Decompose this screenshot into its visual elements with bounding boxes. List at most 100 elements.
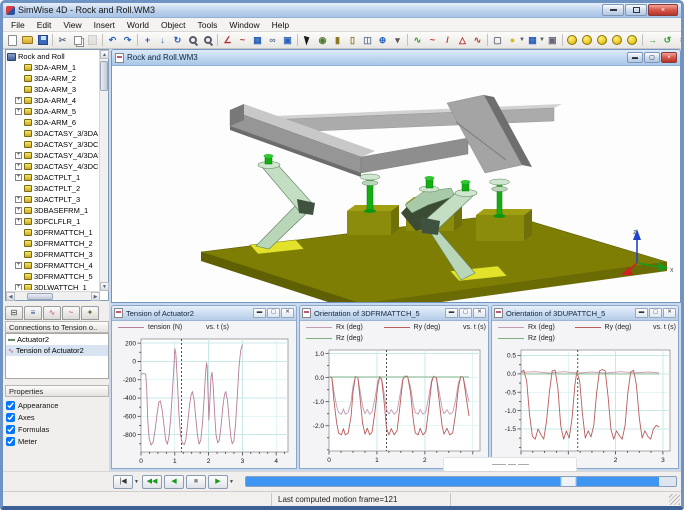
expand-icon[interactable]: + xyxy=(15,218,22,225)
menu-tools[interactable]: Tools xyxy=(192,19,224,31)
connections-header[interactable]: Connections to Tension o.. xyxy=(5,321,109,333)
expand-icon[interactable]: + xyxy=(15,262,22,269)
spring-icon[interactable]: ∿ xyxy=(471,33,485,47)
close-button[interactable]: × xyxy=(648,4,678,16)
chart-maximize-button[interactable]: ▢ xyxy=(267,308,280,318)
play-button[interactable]: ▶ xyxy=(208,475,228,489)
damper-icon[interactable]: / xyxy=(441,33,455,47)
mesh-icon[interactable]: ◫ xyxy=(361,33,375,47)
chart-minimize-button[interactable]: ▬ xyxy=(635,308,648,318)
sphere-body-icon[interactable] xyxy=(565,33,579,47)
menu-file[interactable]: File xyxy=(5,19,31,31)
box-body-icon[interactable]: ▮ xyxy=(331,33,345,47)
lamp-icon[interactable]: ● xyxy=(506,33,520,47)
tab-connections[interactable]: ~ xyxy=(62,306,80,320)
edit-icon[interactable]: ∠ xyxy=(221,33,235,47)
anchor-icon[interactable]: ⊕ xyxy=(376,33,390,47)
dropdown-caret-icon[interactable]: ▼ xyxy=(519,37,525,43)
goto-start-button[interactable]: |◀ xyxy=(113,475,133,489)
zoom-window-icon[interactable] xyxy=(186,33,200,47)
chart-close-button[interactable]: ✕ xyxy=(663,308,676,318)
title-bar[interactable]: SimWise 4D - Rock and Roll.WM3 × xyxy=(3,3,681,18)
rewind-button[interactable]: ◀◀ xyxy=(142,475,162,489)
menu-help[interactable]: Help xyxy=(266,19,295,31)
chart-maximize-button[interactable]: ▢ xyxy=(649,308,662,318)
wedge-body-icon[interactable] xyxy=(625,33,639,47)
expand-icon[interactable]: + xyxy=(15,207,22,214)
zoom-extents-icon[interactable] xyxy=(201,33,215,47)
tree-item[interactable]: 3DA-ARM_6 xyxy=(7,117,99,128)
paste-icon[interactable] xyxy=(86,33,100,47)
tree-item[interactable]: 3DFRMATTCH_1 xyxy=(7,227,99,238)
tree-item[interactable]: 3DA-ARM_2 xyxy=(7,73,99,84)
chart-title-bar[interactable]: Orientation of 3DFRMATTCH_5▬▢✕ xyxy=(300,306,488,321)
measure-icon[interactable]: ~ xyxy=(236,33,250,47)
viewport-title-bar[interactable]: Rock and Roll.WM3 ▬ ▢ × xyxy=(112,50,680,66)
save-file-icon[interactable] xyxy=(36,33,50,47)
meter-icon[interactable]: ▦ xyxy=(525,33,539,47)
expand-icon[interactable]: + xyxy=(15,284,22,290)
copy-object-icon[interactable]: ▣ xyxy=(545,33,559,47)
new-file-icon[interactable] xyxy=(6,33,20,47)
scroll-down-icon[interactable]: ▼ xyxy=(100,282,109,291)
undo-icon[interactable]: ↶ xyxy=(106,33,120,47)
properties-header[interactable]: Properties xyxy=(5,385,109,397)
dropdown-caret-icon[interactable]: ▼ xyxy=(539,37,545,43)
ball-joint-icon[interactable] xyxy=(595,33,609,47)
tree-item[interactable]: +3DA-ARM_4 xyxy=(7,95,99,106)
run-icon[interactable]: → xyxy=(645,33,659,47)
minimize-button[interactable] xyxy=(602,4,624,16)
chart-minimize-button[interactable]: ▬ xyxy=(445,308,458,318)
tab-bodies[interactable]: ✦ xyxy=(81,306,99,320)
chart-title-bar[interactable]: Orientation of 3DUPATTCH_5▬▢✕ xyxy=(492,306,678,321)
dropdown-caret-icon[interactable]: ▼ xyxy=(229,479,234,485)
ellipsoid-body-icon[interactable] xyxy=(580,33,594,47)
stop-button[interactable]: ■ xyxy=(186,475,206,489)
drop-icon[interactable]: ↓ xyxy=(156,33,170,47)
chart-plot[interactable]: 01231.00.0-1.0-2.0 xyxy=(303,345,485,464)
tree-item[interactable]: 3DA-ARM_1 xyxy=(7,62,99,73)
3d-viewport[interactable]: z x xyxy=(113,66,679,302)
menu-insert[interactable]: Insert xyxy=(88,19,121,31)
copy-icon[interactable] xyxy=(71,33,85,47)
layers-icon[interactable]: ▣ xyxy=(281,33,295,47)
tree-root-item[interactable]: Rock and Roll xyxy=(7,51,99,62)
socket-icon[interactable] xyxy=(610,33,624,47)
formula-icon[interactable]: ≡ xyxy=(675,33,681,47)
menu-object[interactable]: Object xyxy=(155,19,192,31)
property-checkbox-formulas[interactable] xyxy=(6,425,15,434)
tree-item[interactable]: +3DACTASY_4/3DA xyxy=(7,150,99,161)
tree-horizontal-scrollbar[interactable]: ◀ ▶ xyxy=(6,291,100,300)
tree-item[interactable]: 3DACTASY_3/3DA xyxy=(7,128,99,139)
chart-close-button[interactable]: ✕ xyxy=(281,308,294,318)
tree-item[interactable]: 3DACTPLT_2 xyxy=(7,183,99,194)
scroll-left-icon[interactable]: ◀ xyxy=(6,292,15,301)
tree-item[interactable]: +3DACTPLT_1 xyxy=(7,172,99,183)
property-checkbox-appearance[interactable] xyxy=(6,401,15,410)
tree-vertical-scrollbar[interactable]: ▲ ▼ xyxy=(99,50,108,291)
open-file-icon[interactable] xyxy=(21,33,35,47)
viewport-minimize-button[interactable]: ▬ xyxy=(627,52,643,63)
dots-icon[interactable]: ▾ xyxy=(391,33,405,47)
expand-icon[interactable]: + xyxy=(15,174,22,181)
redo-icon[interactable]: ↷ xyxy=(121,33,135,47)
expand-icon[interactable]: + xyxy=(15,196,22,203)
cut-icon[interactable]: ✂ xyxy=(56,33,70,47)
scroll-up-icon[interactable]: ▲ xyxy=(100,50,109,59)
chart-plot[interactable]: 012342000-200-400-600-800 xyxy=(115,334,293,465)
tree-item[interactable]: 3DA-ARM_3 xyxy=(7,84,99,95)
time-slider[interactable] xyxy=(245,476,677,487)
tree-item[interactable]: +3DACTPLT_3 xyxy=(7,194,99,205)
property-checkbox-meter[interactable] xyxy=(6,437,15,446)
expand-icon[interactable]: + xyxy=(15,163,22,170)
tree-item[interactable]: +3DFRMATTCH_4 xyxy=(7,260,99,271)
cyl-body-icon[interactable]: ▯ xyxy=(346,33,360,47)
menu-world[interactable]: World xyxy=(121,19,155,31)
connection-item[interactable]: ∿Tension of Actuator2 xyxy=(6,345,108,356)
tree-item[interactable]: 3DFRMATTCH_3 xyxy=(7,249,99,260)
grid-icon[interactable]: ▦ xyxy=(251,33,265,47)
chart-close-button[interactable]: ✕ xyxy=(473,308,486,318)
tab-meters[interactable]: ∿ xyxy=(43,306,61,320)
step-back-button[interactable]: ◀ xyxy=(164,475,184,489)
resize-grip[interactable] xyxy=(669,494,680,505)
